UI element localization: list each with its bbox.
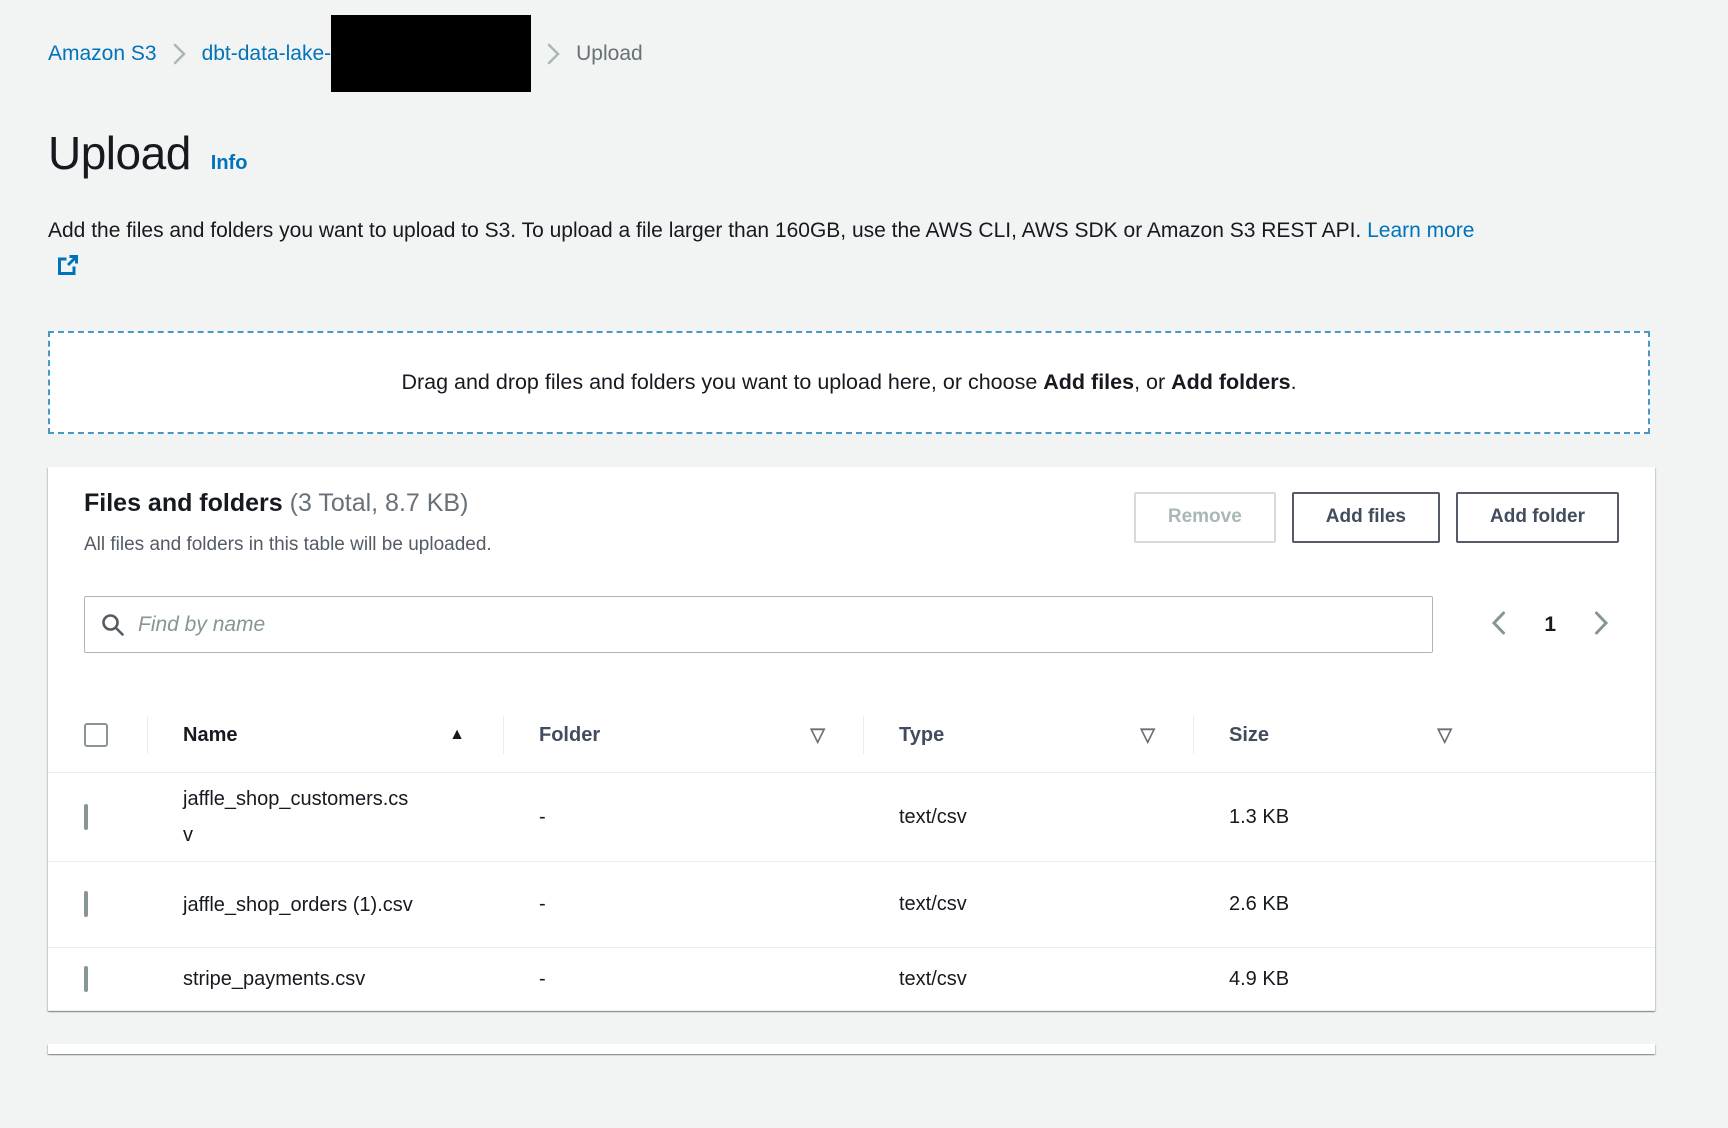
- add-folder-button[interactable]: Add folder: [1456, 492, 1619, 543]
- search-box: [84, 596, 1433, 653]
- table-row: jaffle_shop_customers.csv - text/csv 1.3…: [48, 773, 1655, 862]
- file-type: text/csv: [863, 960, 1193, 999]
- file-size: 4.9 KB: [1193, 960, 1490, 999]
- external-link-icon: [56, 252, 79, 289]
- breadcrumb-bucket-link[interactable]: dbt-data-lake-: [202, 42, 332, 66]
- table-row: jaffle_shop_orders (1).csv - text/csv 2.…: [48, 862, 1655, 948]
- drag-drop-zone[interactable]: Drag and drop files and folders you want…: [48, 331, 1650, 434]
- column-header-folder[interactable]: Folder ▽: [503, 698, 863, 772]
- file-size: 1.3 KB: [1193, 798, 1490, 837]
- file-name: jaffle_shop_customers.csv: [183, 781, 418, 853]
- add-files-button[interactable]: Add files: [1292, 492, 1440, 543]
- file-type: text/csv: [863, 885, 1193, 924]
- info-link[interactable]: Info: [211, 152, 248, 175]
- file-name: jaffle_shop_orders (1).csv: [183, 887, 418, 923]
- redacted-bucket-name: [331, 15, 531, 92]
- file-folder: -: [503, 960, 863, 999]
- file-name: stripe_payments.csv: [183, 961, 418, 997]
- previous-page-button[interactable]: [1481, 603, 1516, 646]
- search-input[interactable]: [138, 613, 1416, 637]
- chevron-left-icon: [1491, 609, 1506, 640]
- file-size: 2.6 KB: [1193, 885, 1490, 924]
- search-icon: [101, 613, 125, 637]
- breadcrumb-amazon-s3-link[interactable]: Amazon S3: [48, 42, 157, 66]
- select-all-checkbox[interactable]: [84, 723, 108, 747]
- panel-subtitle: All files and folders in this table will…: [84, 534, 492, 556]
- files-and-folders-panel: Files and folders (3 Total, 8.7 KB) All …: [48, 467, 1655, 1011]
- column-header-size[interactable]: Size ▽: [1193, 698, 1490, 772]
- table-row: stripe_payments.csv - text/csv 4.9 KB: [48, 948, 1655, 1011]
- sort-indicator-icon: ▽: [810, 724, 825, 747]
- chevron-right-icon: [1594, 609, 1609, 640]
- files-table: Name ▲ Folder ▽ Type ▽ Size ▽: [48, 698, 1655, 1011]
- column-header-name[interactable]: Name ▲: [147, 698, 503, 772]
- learn-more-link[interactable]: Learn more: [1367, 219, 1474, 242]
- breadcrumb-separator-icon: [547, 42, 560, 66]
- description-text: Add the files and folders you want to up…: [48, 219, 1361, 242]
- breadcrumb: Amazon S3 dbt-data-lake- Upload: [48, 15, 1680, 92]
- file-folder: -: [503, 885, 863, 924]
- row-checkbox[interactable]: [84, 966, 88, 992]
- select-all-header-cell: [48, 698, 147, 772]
- breadcrumb-separator-icon: [173, 42, 186, 66]
- sort-indicator-icon: ▽: [1437, 724, 1452, 747]
- row-checkbox[interactable]: [84, 804, 88, 830]
- page-title: Upload: [48, 126, 191, 180]
- sort-indicator-icon: ▽: [1140, 724, 1155, 747]
- file-type: text/csv: [863, 798, 1193, 837]
- breadcrumb-current-page: Upload: [576, 42, 643, 66]
- panel-count: (3 Total, 8.7 KB): [290, 489, 469, 517]
- remove-button[interactable]: Remove: [1134, 492, 1276, 543]
- page-description: Add the files and folders you want to up…: [48, 212, 1496, 289]
- dropzone-text: Drag and drop files and folders you want…: [401, 370, 1296, 395]
- row-checkbox[interactable]: [84, 891, 88, 917]
- panel-title: Files and folders (3 Total, 8.7 KB): [84, 489, 492, 518]
- pagination: 1: [1481, 603, 1619, 646]
- next-panel-edge: [48, 1044, 1655, 1054]
- file-folder: -: [503, 798, 863, 837]
- page-number-button[interactable]: 1: [1536, 609, 1564, 641]
- column-header-type[interactable]: Type ▽: [863, 698, 1193, 772]
- next-page-button[interactable]: [1584, 603, 1619, 646]
- sort-ascending-icon: ▲: [449, 726, 465, 744]
